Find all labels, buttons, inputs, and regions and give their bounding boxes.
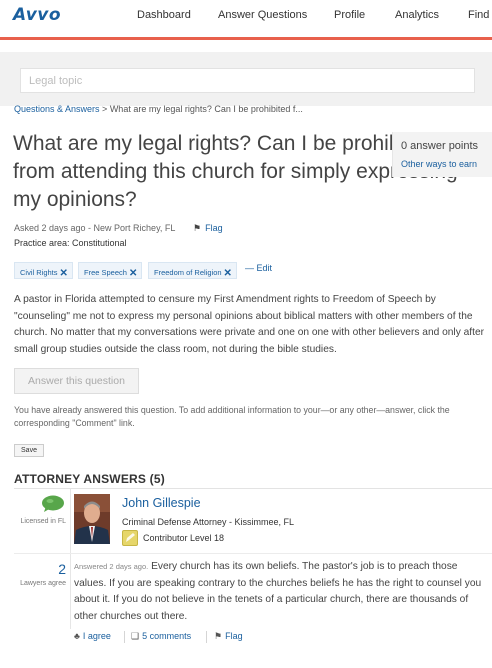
- remove-tag-icon[interactable]: ✕: [129, 268, 137, 279]
- comments-link[interactable]: ❑ 5 comments: [131, 631, 191, 642]
- answer-points-label: 0 answer points: [401, 140, 479, 152]
- tag-civil-rights: Civil Rights ✕: [14, 262, 73, 279]
- i-agree-button[interactable]: ♣ I agree: [74, 631, 111, 641]
- answer-body: Answered 2 days ago. Every church has it…: [74, 559, 492, 625]
- licensed-in-label: Licensed in FL: [20, 518, 66, 525]
- attorney-title: Criminal Defense Attorney - Kissimmee, F…: [122, 517, 295, 527]
- edit-tags-label: Edit: [256, 263, 273, 273]
- contributor-level: Contributor Level 18: [143, 533, 225, 543]
- flag-icon: ⚑: [193, 223, 202, 233]
- divider: [14, 553, 492, 554]
- answered-timestamp: Answered 2 days ago.: [74, 562, 149, 571]
- comments-label: 5 comments: [142, 631, 192, 641]
- practice-area: Practice area: Constitutional: [14, 238, 127, 248]
- flag-icon: ⚑: [214, 631, 223, 641]
- legal-topic-search-input[interactable]: [20, 68, 475, 93]
- breadcrumb: Questions & Answers > What are my legal …: [14, 104, 303, 114]
- nav-answer-questions[interactable]: Answer Questions: [218, 9, 307, 21]
- tag-label[interactable]: Freedom of Religion: [154, 268, 222, 277]
- question-meta: Asked 2 days ago - New Port Richey, FL: [14, 223, 176, 233]
- answer-flag-link[interactable]: ⚑ Flag: [214, 631, 243, 642]
- nav-analytics[interactable]: Analytics: [395, 9, 439, 21]
- tag-freedom-of-religion: Freedom of Religion ✕: [148, 262, 237, 279]
- answer-this-question-button[interactable]: Answer this question: [14, 368, 139, 394]
- nav-dashboard[interactable]: Dashboard: [137, 9, 191, 21]
- action-separator: [124, 631, 125, 643]
- lawyers-agree-count: 2: [58, 561, 66, 577]
- remove-tag-icon[interactable]: ✕: [224, 268, 232, 279]
- avvo-logo[interactable]: Avvo: [13, 5, 61, 25]
- breadcrumb-current: What are my legal rights? Can I be prohi…: [109, 104, 303, 114]
- question-flag-link[interactable]: ⚑ Flag: [193, 223, 223, 234]
- comment-icon: ❑: [131, 631, 140, 641]
- attorney-avatar[interactable]: [74, 494, 110, 544]
- tag-free-speech: Free Speech ✕: [78, 262, 143, 279]
- breadcrumb-separator: >: [99, 104, 110, 114]
- question-flag-label: Flag: [205, 223, 223, 233]
- contributor-level-icon: [122, 530, 138, 546]
- answer-flag-label: Flag: [225, 631, 243, 641]
- licensed-badge-icon: [41, 495, 65, 518]
- breadcrumb-questions-answers[interactable]: Questions & Answers: [14, 104, 100, 114]
- attorney-answers-heading: ATTORNEY ANSWERS (5): [14, 472, 165, 486]
- answer-points-box: 0 answer points Other ways to earn: [392, 132, 492, 177]
- nav-profile[interactable]: Profile: [334, 9, 365, 21]
- tag-label[interactable]: Free Speech: [84, 268, 127, 277]
- top-nav: Avvo Dashboard Answer Questions Profile …: [0, 0, 492, 40]
- attorney-name-link[interactable]: John Gillespie: [122, 496, 201, 510]
- tag-label[interactable]: Civil Rights: [20, 268, 58, 277]
- edit-tags-link[interactable]: — Edit: [245, 263, 272, 273]
- divider: [14, 488, 492, 489]
- lawyers-agree-label: Lawyers agree: [20, 580, 66, 587]
- already-answered-note: You have already answered this question.…: [14, 405, 450, 428]
- thumbs-up-icon: ♣: [74, 631, 80, 641]
- action-separator: [206, 631, 207, 643]
- i-agree-label: I agree: [82, 631, 111, 641]
- remove-tag-icon[interactable]: ✕: [60, 268, 68, 279]
- answer-column-divider: [70, 489, 71, 629]
- nav-accent-bar: [0, 37, 492, 40]
- other-ways-to-earn-link[interactable]: Other ways to earn: [401, 159, 477, 169]
- save-button[interactable]: Save: [14, 444, 44, 457]
- question-body: A pastor in Florida attempted to censure…: [14, 294, 485, 355]
- nav-find[interactable]: Find: [468, 9, 489, 21]
